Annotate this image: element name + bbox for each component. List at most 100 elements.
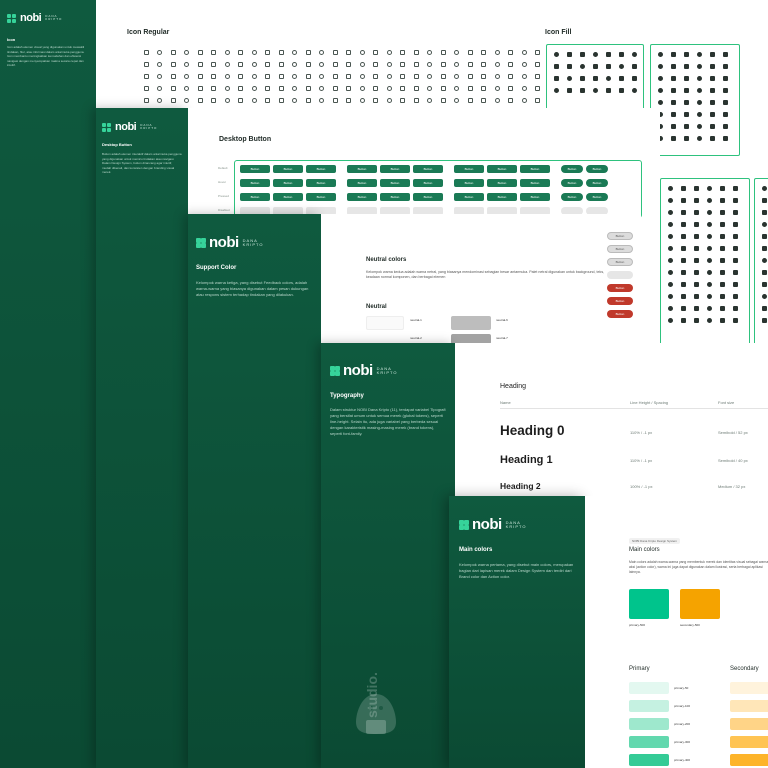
primary-button[interactable]: Button — [586, 179, 608, 187]
regular-icon — [154, 46, 166, 58]
primary-button[interactable]: Button — [347, 165, 377, 173]
fill-icon — [677, 302, 689, 314]
primary-button[interactable]: Button — [520, 165, 550, 173]
swatch-label: neutral-1 — [410, 318, 422, 322]
color-scale-row — [730, 679, 768, 697]
fill-icon — [677, 230, 689, 242]
panel-title: Main colors — [459, 547, 493, 553]
danger-button[interactable]: Button — [607, 310, 633, 318]
fill-icon — [677, 254, 689, 266]
primary-button[interactable]: Button — [487, 165, 517, 173]
regular-icon — [437, 94, 449, 106]
primary-button[interactable]: Button — [561, 193, 583, 201]
regular-icon — [167, 58, 179, 70]
regular-icon — [424, 94, 436, 106]
secondary-swatch — [730, 754, 768, 766]
fill-icon — [716, 278, 728, 290]
regular-icon — [505, 94, 517, 106]
regular-icon — [410, 82, 422, 94]
panel-title: Icon — [7, 37, 16, 42]
fill-icon — [729, 302, 741, 314]
primary-button[interactable]: Button — [306, 193, 336, 201]
fill-icon — [664, 230, 676, 242]
primary-button[interactable]: Button — [380, 165, 410, 173]
primary-button[interactable]: Button — [306, 165, 336, 173]
regular-icon — [397, 58, 409, 70]
regular-icon — [262, 58, 274, 70]
heading-0-fs: Semibold / 52 px — [718, 430, 748, 435]
fill-icon — [680, 48, 692, 60]
fill-icon — [693, 84, 705, 96]
color-scale-row — [730, 751, 768, 768]
fill-icon — [706, 108, 718, 120]
regular-icon — [505, 58, 517, 70]
primary-button[interactable]: Button — [240, 165, 270, 173]
neutral-button[interactable]: Button — [607, 232, 633, 240]
regular-icon — [275, 46, 287, 58]
primary-button[interactable]: Button — [454, 165, 484, 173]
regular-icon — [275, 58, 287, 70]
regular-icon — [194, 94, 206, 106]
row-label: Hover — [218, 180, 227, 184]
regular-icon — [356, 58, 368, 70]
primary-button[interactable]: Button — [561, 165, 583, 173]
primary-button[interactable]: Button — [520, 193, 550, 201]
primary-button[interactable]: Button — [240, 179, 270, 187]
primary-button[interactable]: Button — [487, 193, 517, 201]
regular-icon — [505, 70, 517, 82]
panel-title: Typography — [330, 393, 364, 399]
fill-icon — [628, 72, 640, 84]
fill-icon — [703, 218, 715, 230]
fill-icon — [550, 84, 562, 96]
fill-icon — [716, 290, 728, 302]
neutral-button[interactable]: Button — [607, 245, 633, 253]
primary-button[interactable]: Button — [454, 193, 484, 201]
neutral-1-swatch — [366, 316, 404, 330]
primary-button[interactable]: Button — [454, 179, 484, 187]
primary-button[interactable]: Button — [413, 165, 443, 173]
primary-button[interactable]: Button — [240, 193, 270, 201]
logo-icon — [459, 520, 469, 530]
swatch-label: neutral-6 — [496, 318, 508, 322]
regular-icon — [154, 94, 166, 106]
primary-button[interactable]: Button — [413, 193, 443, 201]
primary-button[interactable]: Button — [347, 179, 377, 187]
logo-icon — [196, 238, 206, 248]
regular-icon — [478, 58, 490, 70]
primary-button[interactable]: Button — [586, 165, 608, 173]
primary-button[interactable]: Button — [413, 179, 443, 187]
fill-icon — [719, 96, 731, 108]
fill-icon — [654, 84, 666, 96]
primary-button[interactable]: Button — [586, 193, 608, 201]
fill-icon — [690, 182, 702, 194]
danger-button[interactable]: Button — [607, 297, 633, 305]
regular-icon — [248, 94, 260, 106]
regular-icon — [329, 82, 341, 94]
fill-icon — [758, 290, 768, 302]
primary-button[interactable]: Button — [380, 193, 410, 201]
primary-button[interactable]: Button — [306, 179, 336, 187]
primary-button[interactable]: Button — [561, 179, 583, 187]
regular-icon — [289, 58, 301, 70]
color-scale-row: primary-300 — [629, 733, 690, 751]
primary-button[interactable]: Button — [273, 179, 303, 187]
neutral-button[interactable]: Button — [607, 258, 633, 266]
primary-button[interactable]: Button — [273, 165, 303, 173]
primary-100-swatch — [629, 700, 669, 712]
primary-button[interactable]: Button — [487, 179, 517, 187]
danger-button[interactable]: Button — [607, 284, 633, 292]
fill-icon — [729, 314, 741, 326]
regular-icon — [478, 46, 490, 58]
regular-icon — [221, 58, 233, 70]
panel-title: Support Color — [196, 265, 237, 271]
regular-icon — [532, 70, 544, 82]
primary-button[interactable]: Button — [520, 179, 550, 187]
fill-icon — [693, 72, 705, 84]
fill-icon — [680, 132, 692, 144]
primary-button[interactable]: Button — [273, 193, 303, 201]
heading-2-lh: 100% / -1 px — [630, 484, 653, 489]
regular-icon — [248, 46, 260, 58]
primary-button[interactable]: Button — [380, 179, 410, 187]
primary-button[interactable]: Button — [347, 193, 377, 201]
fill-icon — [680, 60, 692, 72]
